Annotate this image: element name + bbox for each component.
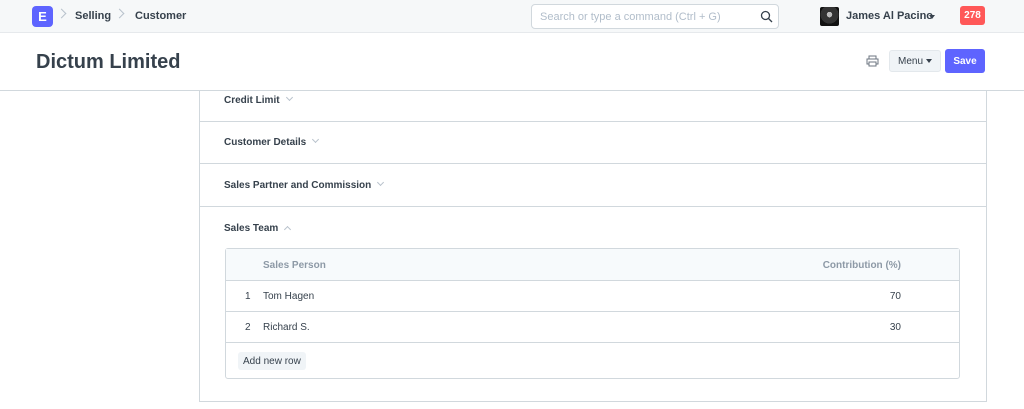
menu-button-label: Menu (897, 55, 923, 67)
print-icon[interactable] (866, 55, 879, 67)
search-box[interactable] (531, 4, 779, 29)
page-title: Dictum Limited (36, 51, 181, 73)
section-header-credit-limit[interactable]: Credit Limit (224, 93, 293, 106)
caret-down-icon (926, 59, 932, 63)
row-index: 2 (245, 322, 251, 333)
chevron-down-icon (285, 93, 293, 102)
sales-person-cell[interactable]: Richard S. (263, 322, 310, 333)
section-label: Credit Limit (224, 95, 280, 106)
sales-team-table: Sales Person Contribution (%) 1 Tom Hage… (225, 248, 960, 379)
section-header-sales-team[interactable]: Sales Team (224, 223, 292, 234)
caret-down-icon[interactable] (929, 15, 935, 19)
navbar: E Selling Customer James Al Pacino 278 (0, 0, 1024, 33)
search-input[interactable] (532, 5, 752, 28)
table-row[interactable]: 1 Tom Hagen 70 (226, 281, 959, 312)
breadcrumb-selling[interactable]: Selling (75, 10, 111, 22)
add-new-row-button[interactable]: Add new row (238, 352, 306, 370)
section-sales-partner: Sales Partner and Commission (200, 164, 986, 207)
contribution-cell[interactable]: 70 (890, 291, 901, 302)
search-icon[interactable] (760, 10, 773, 23)
chevron-right-icon (56, 8, 67, 19)
avatar[interactable] (820, 7, 839, 26)
app-logo[interactable]: E (32, 6, 53, 27)
menu-button[interactable]: Menu (889, 50, 941, 72)
section-credit-limit: Credit Limit (200, 91, 986, 122)
chevron-up-icon (284, 225, 292, 234)
section-header-sales-partner[interactable]: Sales Partner and Commission (224, 178, 385, 191)
breadcrumb-customer[interactable]: Customer (135, 10, 186, 22)
notification-badge[interactable]: 278 (960, 6, 985, 25)
form-body: Credit Limit Customer Details Sales Part… (199, 91, 987, 402)
chevron-down-icon (377, 178, 385, 187)
table-row[interactable]: 2 Richard S. 30 (226, 312, 959, 343)
page-head: Dictum Limited Menu Save (0, 34, 1024, 91)
section-label: Sales Partner and Commission (224, 180, 372, 191)
sales-person-cell[interactable]: Tom Hagen (263, 291, 314, 302)
section-label: Sales Team (224, 223, 279, 234)
table-header: Sales Person Contribution (%) (226, 249, 959, 281)
column-header-contribution: Contribution (%) (822, 260, 901, 271)
user-menu[interactable]: James Al Pacino (846, 10, 933, 22)
column-header-sales-person: Sales Person (263, 260, 326, 271)
section-header-customer-details[interactable]: Customer Details (224, 135, 320, 148)
chevron-down-icon (312, 135, 320, 144)
contribution-cell[interactable]: 30 (890, 322, 901, 333)
save-button[interactable]: Save (945, 49, 985, 73)
chevron-right-icon (114, 8, 125, 19)
section-customer-details: Customer Details (200, 122, 986, 164)
row-index: 1 (245, 291, 251, 302)
section-label: Customer Details (224, 137, 307, 148)
